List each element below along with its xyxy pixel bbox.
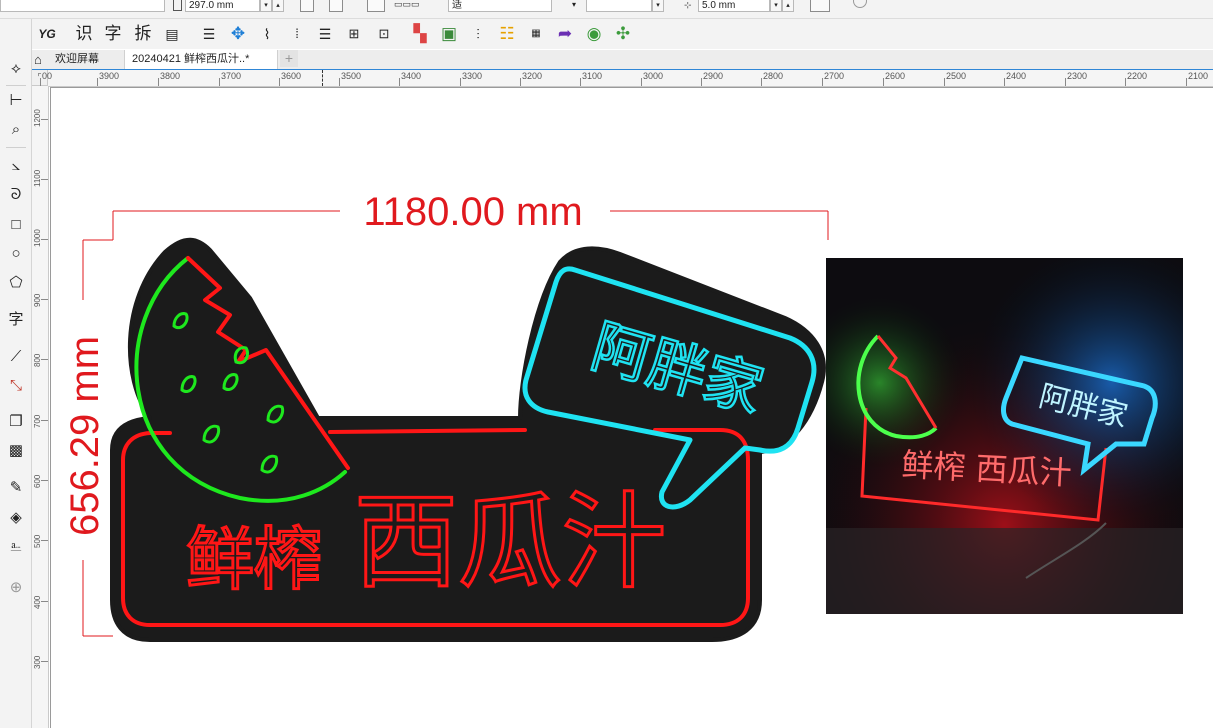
width-dimension[interactable]: 1180.00 mm bbox=[112, 190, 829, 240]
height-dimension-label: 656.29 mm bbox=[63, 336, 107, 536]
height-dimension[interactable]: 656.29 mm bbox=[63, 239, 113, 637]
text-fresh-squeezed: 鲜榨 bbox=[186, 521, 322, 600]
width-dimension-label: 1180.00 mm bbox=[363, 190, 582, 234]
text-watermelon-juice: 西瓜汁 bbox=[354, 481, 666, 603]
reference-photo[interactable]: 阿胖家 鲜榨 西瓜汁 bbox=[826, 258, 1183, 614]
